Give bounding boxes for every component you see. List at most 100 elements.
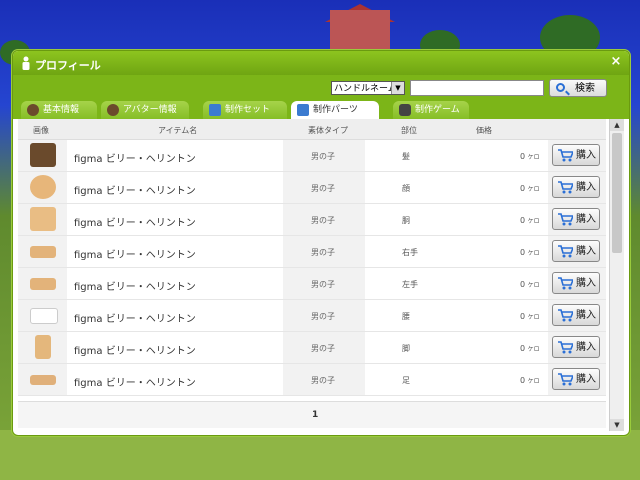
price-unit: ケロ <box>527 346 540 353</box>
scroll-down-icon[interactable]: ▼ <box>610 419 624 431</box>
column-header-part: 部位 <box>401 126 417 135</box>
price-unit: ケロ <box>527 314 540 321</box>
price-value: 0 <box>520 248 526 257</box>
cart-icon <box>558 213 573 226</box>
left-hand-thumbnail[interactable] <box>30 278 56 290</box>
price-unit: ケロ <box>527 250 540 257</box>
item-name: figma ビリー・ヘリントン <box>74 250 196 261</box>
search-button-label: 検索 <box>575 83 595 94</box>
search-input[interactable] <box>410 80 544 96</box>
vertical-scrollbar[interactable]: ▲ ▼ <box>609 119 624 431</box>
buy-button[interactable]: 購入 <box>552 176 600 198</box>
buy-button[interactable]: 購入 <box>552 144 600 166</box>
background-house <box>330 10 390 55</box>
body-type: 男の子 <box>311 152 335 161</box>
table-row: figma ビリー・ヘリントン 男の子 左手 0 ケロ 購入 <box>18 268 606 300</box>
buy-button[interactable]: 購入 <box>552 208 600 230</box>
window-titlebar: プロフィール × <box>13 51 629 75</box>
price-value: 0 <box>520 216 526 225</box>
legs-thumbnail[interactable] <box>35 335 51 359</box>
cart-icon <box>558 309 573 322</box>
price: 0 ケロ <box>520 376 540 385</box>
close-icon[interactable]: × <box>609 55 623 69</box>
buy-button[interactable]: 購入 <box>552 304 600 326</box>
part-name: 左手 <box>402 280 418 289</box>
buy-label: 購入 <box>576 246 596 257</box>
cart-icon <box>558 245 573 258</box>
waist-thumbnail[interactable] <box>30 308 58 324</box>
price-unit: ケロ <box>527 218 540 225</box>
table-header: 画像 アイテム名 素体タイプ 部位 価格 <box>18 119 606 140</box>
cart-icon <box>558 149 573 162</box>
tab-production-game[interactable]: 制作ゲーム <box>393 101 469 119</box>
buy-button[interactable]: 購入 <box>552 336 600 358</box>
tab-label: 基本情報 <box>43 105 80 115</box>
price-value: 0 <box>520 344 526 353</box>
set-icon <box>209 104 221 116</box>
search-type-select[interactable]: ハンドルネーム ▼ <box>331 81 405 95</box>
right-hand-thumbnail[interactable] <box>30 246 56 258</box>
buy-button[interactable]: 購入 <box>552 368 600 390</box>
scroll-up-icon[interactable]: ▲ <box>610 119 624 131</box>
body-type: 男の子 <box>311 184 335 193</box>
tab-production-set[interactable]: 制作セット <box>203 101 287 119</box>
magnifier-icon <box>556 83 565 92</box>
hair-thumbnail[interactable] <box>30 143 56 167</box>
price: 0 ケロ <box>520 152 540 161</box>
torso-thumbnail[interactable] <box>30 207 56 231</box>
part-name: 腰 <box>402 312 410 321</box>
item-name: figma ビリー・ヘリントン <box>74 346 196 357</box>
tab-label: 制作ゲーム <box>415 105 460 115</box>
scroll-thumb[interactable] <box>612 133 622 253</box>
tab-basic-info[interactable]: 基本情報 <box>21 101 97 119</box>
item-name: figma ビリー・ヘリントン <box>74 186 196 197</box>
table-row: figma ビリー・ヘリントン 男の子 髪 0 ケロ 購入 <box>18 140 606 172</box>
dropdown-arrow-icon: ▼ <box>391 82 404 94</box>
buy-label: 購入 <box>576 310 596 321</box>
tab-production-parts[interactable]: 制作パーツ <box>291 101 379 119</box>
item-name: figma ビリー・ヘリントン <box>74 378 196 389</box>
buy-button[interactable]: 購入 <box>552 272 600 294</box>
tab-label: アバター情報 <box>123 105 177 115</box>
buy-label: 購入 <box>576 374 596 385</box>
search-type-value: ハンドルネーム <box>334 84 397 94</box>
price: 0 ケロ <box>520 280 540 289</box>
gamepad-icon <box>399 104 411 116</box>
price-unit: ケロ <box>527 186 540 193</box>
body-type: 男の子 <box>311 248 335 257</box>
avatar-face-icon <box>27 104 39 116</box>
column-header-image: 画像 <box>33 126 49 135</box>
body-type: 男の子 <box>311 344 335 353</box>
price-value: 0 <box>520 184 526 193</box>
column-header-body-type: 素体タイプ <box>308 126 348 135</box>
table-row: figma ビリー・ヘリントン 男の子 脚 0 ケロ 購入 <box>18 332 606 364</box>
buy-label: 購入 <box>576 278 596 289</box>
page-number[interactable]: 1 <box>312 410 318 420</box>
column-header-price: 価格 <box>476 126 492 135</box>
search-button[interactable]: 検索 <box>549 79 607 97</box>
avatar-face-icon <box>107 104 119 116</box>
tab-avatar-info[interactable]: アバター情報 <box>101 101 189 119</box>
item-name: figma ビリー・ヘリントン <box>74 282 196 293</box>
item-name: figma ビリー・ヘリントン <box>74 154 196 165</box>
part-name: 右手 <box>402 248 418 257</box>
price-value: 0 <box>520 376 526 385</box>
price-unit: ケロ <box>527 154 540 161</box>
pagination: 1 <box>18 401 606 428</box>
price-unit: ケロ <box>527 282 540 289</box>
parts-icon <box>297 104 309 116</box>
table-row: figma ビリー・ヘリントン 男の子 右手 0 ケロ 購入 <box>18 236 606 268</box>
part-name: 足 <box>402 376 410 385</box>
buy-button[interactable]: 購入 <box>552 240 600 262</box>
profile-window: プロフィール × ハンドルネーム ▼ 検索 基本情報 アバター情報 制作セット … <box>12 50 630 436</box>
feet-thumbnail[interactable] <box>30 375 56 385</box>
table-row: figma ビリー・ヘリントン 男の子 胴 0 ケロ 購入 <box>18 204 606 236</box>
table-row: figma ビリー・ヘリントン 男の子 腰 0 ケロ 購入 <box>18 300 606 332</box>
tab-label: 制作パーツ <box>313 105 358 115</box>
price: 0 ケロ <box>520 344 540 353</box>
item-name: figma ビリー・ヘリントン <box>74 218 196 229</box>
cart-icon <box>558 341 573 354</box>
price: 0 ケロ <box>520 184 540 193</box>
cart-icon <box>558 181 573 194</box>
face-thumbnail[interactable] <box>30 175 56 199</box>
